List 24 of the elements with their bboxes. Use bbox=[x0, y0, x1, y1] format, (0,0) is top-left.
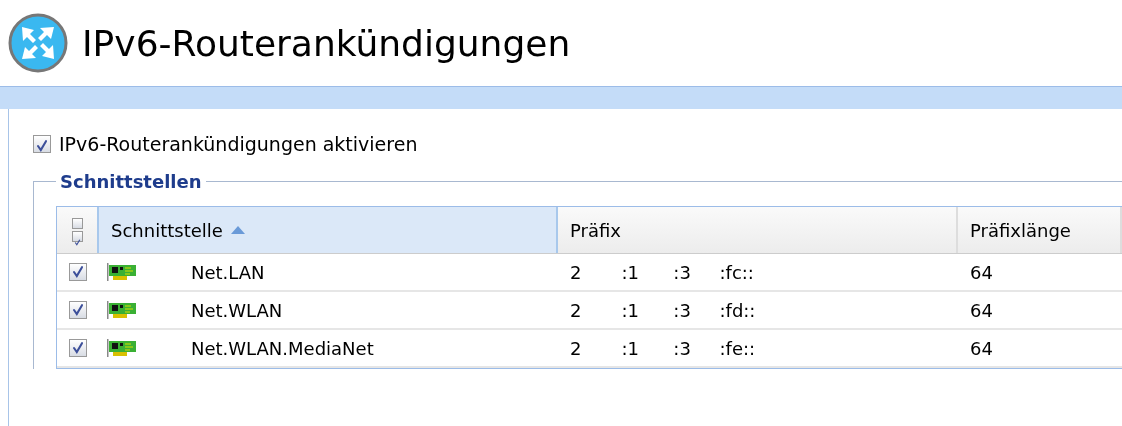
checkbox-label: IPv6-Routerankündigungen aktivieren bbox=[59, 133, 418, 155]
column-header[interactable]: Präfixlänge bbox=[958, 207, 1122, 253]
table-cell: Net.LAN bbox=[191, 261, 265, 283]
section-title: Schnittstellen bbox=[59, 171, 203, 192]
table-cell-text: 64 bbox=[969, 261, 994, 283]
column-header[interactable]: Präfix bbox=[558, 207, 958, 253]
table-cell-text: 64 bbox=[969, 299, 994, 321]
table-cell-text: 2 :1 :3 :fc:: bbox=[569, 261, 755, 283]
network-card-icon bbox=[107, 262, 137, 282]
page-title: IPv6-Routerankündigungen bbox=[82, 22, 571, 64]
table-cell: Net.WLAN.MediaNet bbox=[191, 337, 374, 359]
checkbox[interactable] bbox=[69, 263, 87, 281]
checkbox[interactable] bbox=[69, 301, 87, 319]
table-cell: Net.WLAN bbox=[191, 299, 283, 321]
router-icon bbox=[8, 13, 68, 73]
checkbox[interactable] bbox=[69, 339, 87, 357]
table-cell-text: 2 :1 :3 :fe:: bbox=[569, 337, 757, 359]
network-card-icon bbox=[107, 338, 137, 358]
table-cell-text: 2 :1 :3 :fd:: bbox=[569, 299, 757, 321]
checkbox[interactable] bbox=[33, 135, 51, 153]
sort-ascending-icon bbox=[230, 226, 245, 234]
column-header[interactable]: Schnittstelle bbox=[99, 207, 558, 253]
network-card-icon bbox=[107, 300, 137, 320]
table-cell-text: 64 bbox=[969, 337, 994, 359]
